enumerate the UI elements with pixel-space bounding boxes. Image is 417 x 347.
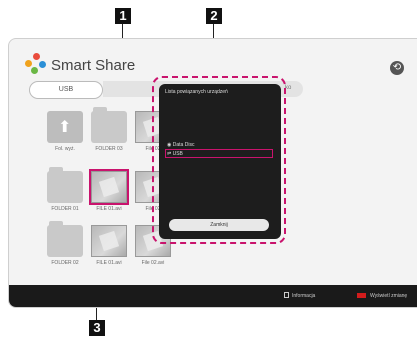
grid-item-label: File 02.avi [141, 260, 165, 266]
callout-3: 3 [89, 320, 105, 336]
app-title: Smart Share [51, 57, 136, 74]
grid-item-label: FILE 01.avi [96, 206, 122, 212]
up-folder-icon: ⬆ [47, 111, 83, 143]
back-icon: ⟲ [392, 62, 402, 73]
grid-item-label: Fol. wyż. [55, 146, 75, 152]
grid-item[interactable]: FILE 01.avi [91, 225, 127, 266]
callout-2: 2 [206, 8, 222, 24]
change-view-label[interactable]: Wyświetl zmianę [370, 293, 407, 299]
bottom-bar: Informacja Wyświetl zmianę [9, 285, 417, 307]
device-usb[interactable]: ⇌ USB [167, 151, 183, 157]
back-button[interactable]: ⟲ [390, 61, 404, 75]
connected-devices-popup: Lista powiązanych urządzeń ◉ Data Disc ⇌… [159, 84, 281, 239]
info-label[interactable]: Informacja [292, 293, 315, 299]
grid-item-label: FOLDER 03 [95, 146, 123, 152]
folder-icon [91, 107, 127, 143]
device-data-disc[interactable]: ◉ Data Disc [167, 142, 194, 148]
grid-item[interactable]: FOLDER 02 [47, 221, 83, 266]
usb-icon: ⇌ [167, 151, 172, 157]
info-icon [284, 292, 289, 298]
grid-item-label: FOLDER 01 [51, 206, 79, 212]
folder-icon [47, 167, 83, 203]
popup-title: Lista powiązanych urządzeń [165, 89, 228, 95]
source-tab-usb[interactable]: USB [29, 81, 103, 99]
grid-item[interactable]: FOLDER 01 [47, 167, 83, 212]
grid-item[interactable]: FILE 01.avi [89, 169, 129, 212]
smart-share-logo-icon [25, 53, 47, 75]
folder-icon [47, 221, 83, 257]
grid-item[interactable]: ⬆ Fol. wyż. [47, 111, 83, 152]
red-key-icon [357, 293, 366, 298]
grid-item-label: FOLDER 02 [51, 260, 79, 266]
tv-screen: Smart Share USB ko ⟲ ⬆ Fol. wyż. FOLDER 03… [8, 38, 417, 308]
video-thumbnail-icon [89, 169, 129, 205]
video-thumbnail-icon [91, 225, 127, 257]
callout-1: 1 [115, 8, 131, 24]
grid-item-label: FILE 01.avi [96, 260, 122, 266]
disc-icon: ◉ [167, 142, 172, 148]
grid-item[interactable]: FOLDER 03 [91, 107, 127, 152]
close-button[interactable]: Zamknij [169, 219, 269, 231]
